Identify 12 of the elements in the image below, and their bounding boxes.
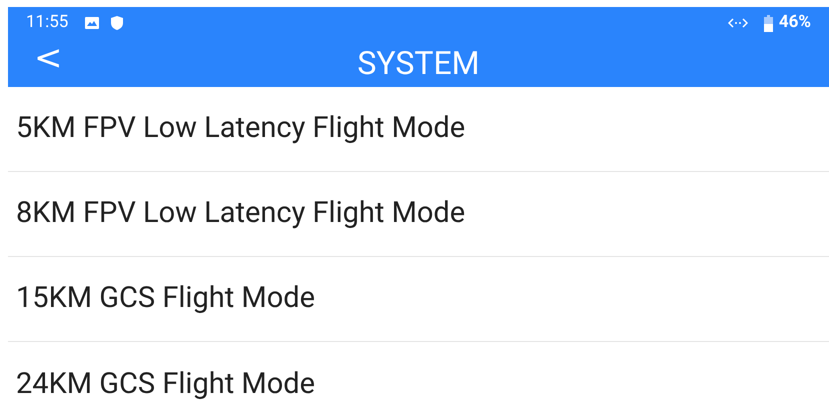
data-transfer-icon bbox=[728, 18, 748, 28]
shield-icon bbox=[110, 15, 124, 31]
battery-percentage: 46% bbox=[778, 11, 811, 34]
menu-item[interactable]: 24KM GCS Flight Mode bbox=[16, 362, 316, 406]
menu-item[interactable]: 15KM GCS Flight Mode bbox=[16, 277, 316, 321]
page-title: SYSTEM bbox=[357, 43, 480, 84]
image-icon bbox=[84, 16, 100, 30]
menu-item[interactable]: 8KM FPV Low Latency Flight Mode bbox=[16, 192, 466, 236]
status-time: 11:55 bbox=[26, 11, 68, 34]
battery-icon bbox=[764, 14, 773, 32]
menu-item[interactable]: 5KM FPV Low Latency Flight Mode bbox=[16, 107, 466, 151]
back-button[interactable]: < bbox=[34, 41, 62, 75]
